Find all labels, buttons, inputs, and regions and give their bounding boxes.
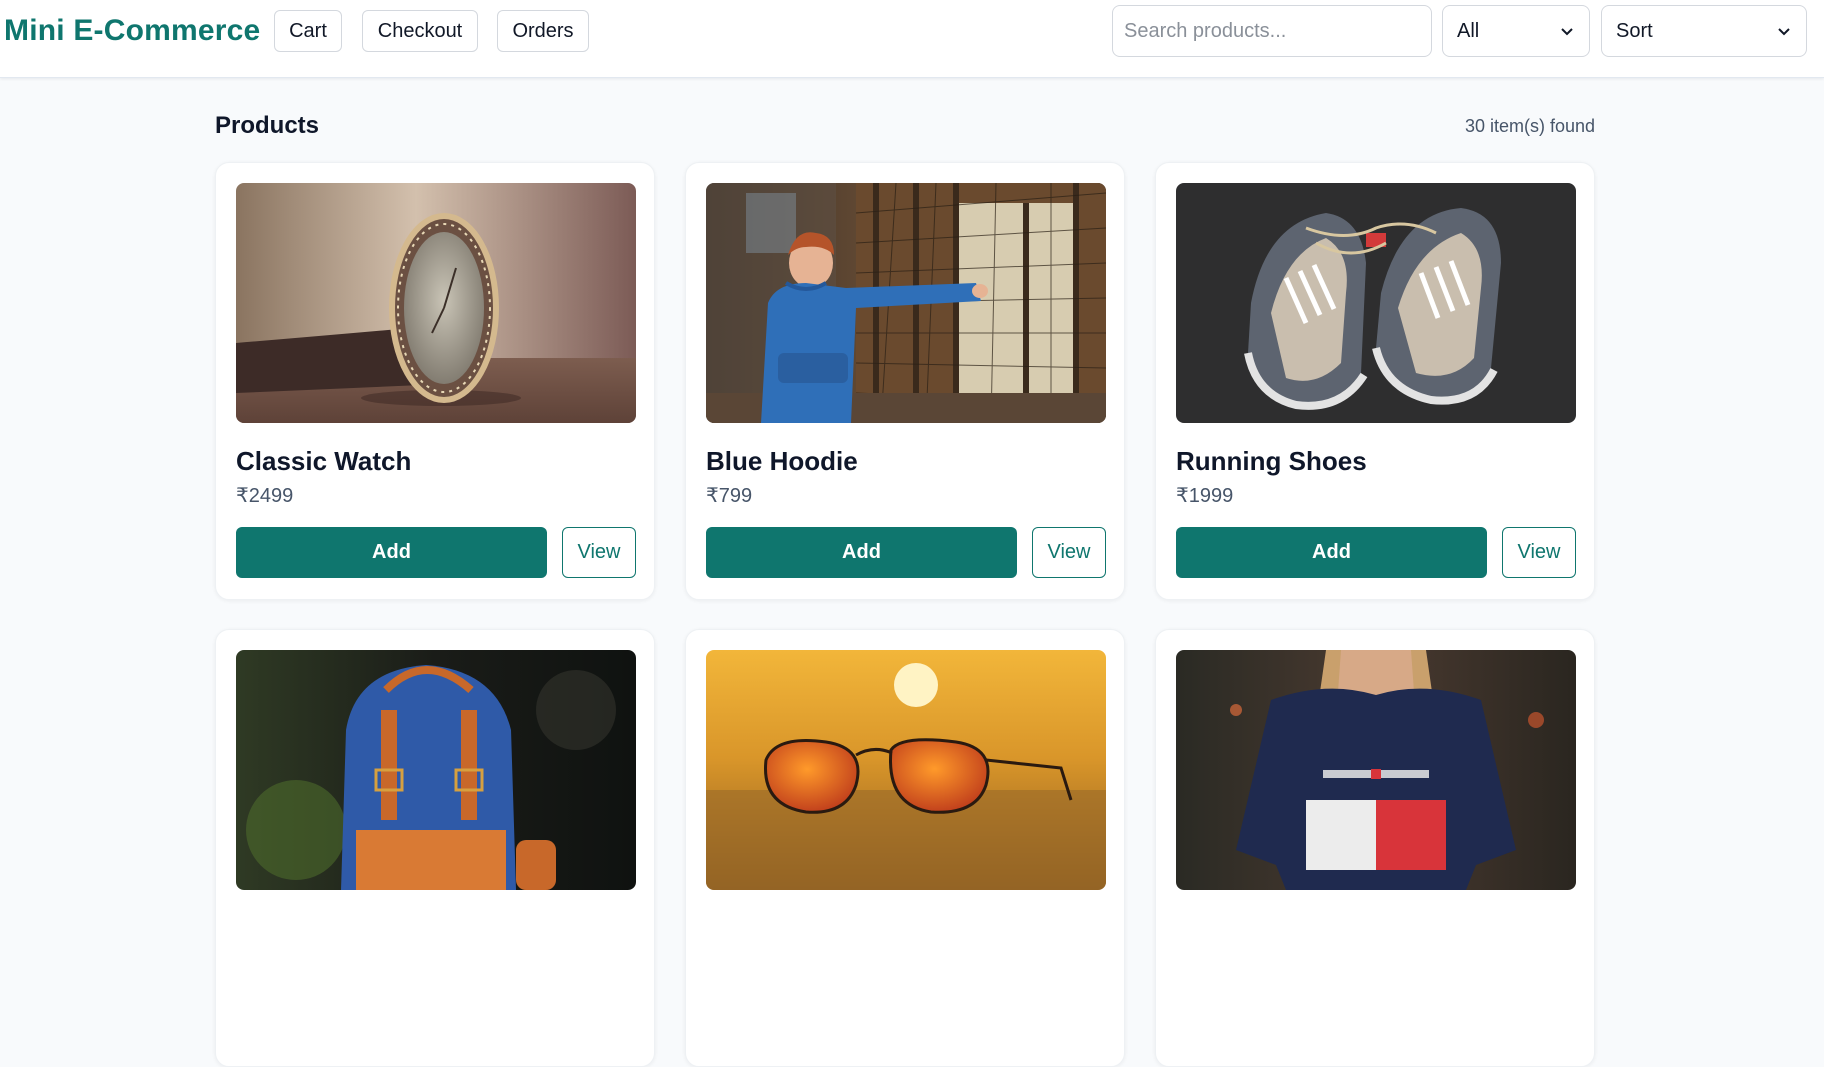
- chevron-down-icon: [1561, 28, 1573, 36]
- nav-orders-button[interactable]: Orders: [497, 10, 589, 52]
- brand-logo[interactable]: Mini E-Commerce: [4, 14, 260, 48]
- sort-select[interactable]: Sort: [1601, 5, 1807, 57]
- add-to-cart-button[interactable]: Add: [706, 527, 1017, 578]
- nav-cart-button[interactable]: Cart: [274, 10, 342, 52]
- chevron-down-icon: [1778, 28, 1790, 36]
- product-name[interactable]: Blue Hoodie: [706, 446, 858, 477]
- top-navbar: Mini E-Commerce Cart Checkout Orders All…: [0, 0, 1824, 78]
- product-price: ₹1999: [1176, 485, 1234, 507]
- product-price: ₹2499: [236, 485, 294, 507]
- product-card: Blue Hoodie ₹799 Add View: [685, 162, 1125, 600]
- page-title: Products: [215, 112, 320, 139]
- add-to-cart-button[interactable]: Add: [236, 527, 547, 578]
- product-image-watch[interactable]: [236, 183, 636, 423]
- product-price: ₹799: [706, 485, 753, 507]
- category-select-value: All: [1457, 19, 1480, 42]
- product-card: [215, 629, 655, 1067]
- product-image-shoes[interactable]: [1176, 183, 1576, 423]
- product-card: [1155, 629, 1595, 1067]
- product-card: [685, 629, 1125, 1067]
- product-card: Classic Watch ₹2499 Add View: [215, 162, 655, 600]
- category-select[interactable]: All: [1442, 5, 1590, 57]
- search-input[interactable]: [1112, 5, 1432, 57]
- result-count: 30 item(s) found: [1464, 116, 1595, 136]
- view-product-button[interactable]: View: [1502, 527, 1576, 578]
- product-image-hoodie[interactable]: [706, 183, 1106, 423]
- product-card: Running Shoes ₹1999 Add View: [1155, 162, 1595, 600]
- product-image-tshirt[interactable]: [1176, 650, 1576, 890]
- view-product-button[interactable]: View: [1032, 527, 1106, 578]
- product-image-sunglasses[interactable]: [706, 650, 1106, 890]
- sort-select-value: Sort: [1616, 19, 1653, 42]
- product-image-backpack[interactable]: [236, 650, 636, 890]
- add-to-cart-button[interactable]: Add: [1176, 527, 1487, 578]
- view-product-button[interactable]: View: [562, 527, 636, 578]
- product-name[interactable]: Running Shoes: [1176, 446, 1367, 477]
- product-name[interactable]: Classic Watch: [236, 446, 411, 477]
- nav-checkout-button[interactable]: Checkout: [362, 10, 478, 52]
- tshirt-brand-print: [1323, 769, 1429, 779]
